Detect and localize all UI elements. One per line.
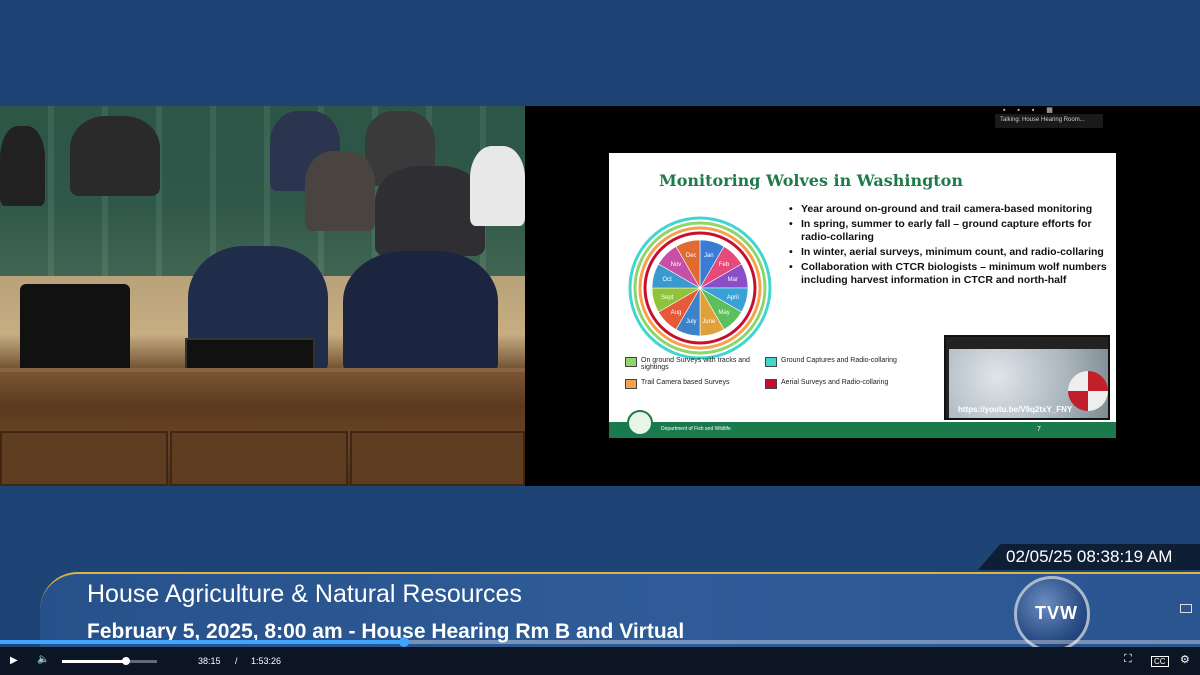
legend-swatch bbox=[625, 357, 637, 367]
shared-screen: ▪ ▪ ▪ ▦ Talking: House Hearing Room... M… bbox=[525, 106, 1200, 486]
chair bbox=[20, 284, 130, 374]
legend-swatch bbox=[625, 379, 637, 389]
bullet-item: Year around on-ground and trail camera-b… bbox=[789, 203, 1109, 216]
legend-swatch bbox=[765, 379, 777, 389]
bullet-item: In winter, aerial surveys, minimum count… bbox=[789, 246, 1109, 259]
month-label: Jan bbox=[704, 253, 714, 259]
month-wheel: Jan Feb Mar April MayJune July Aug Sept Oct Nov De… bbox=[628, 216, 772, 360]
month-label: Sept bbox=[661, 295, 674, 301]
hearing-room-feed bbox=[0, 106, 525, 486]
screen-share-toolbar[interactable]: ▪ ▪ ▪ ▦ bbox=[1003, 106, 1058, 114]
month-label: April bbox=[727, 295, 739, 301]
month-label: May bbox=[718, 310, 729, 316]
audience-member bbox=[0, 126, 45, 206]
audience-member bbox=[375, 166, 485, 256]
committee-title: House Agriculture & Natural Resources bbox=[87, 580, 522, 608]
legend-label: Trail Camera based Surveys bbox=[641, 379, 730, 386]
settings-icon[interactable]: ⚙ bbox=[1180, 653, 1190, 666]
legend-item: Aerial Surveys and Radio-collaring bbox=[765, 379, 905, 389]
seek-bar[interactable] bbox=[0, 637, 1200, 647]
tvw-logo-text: TVW bbox=[1035, 603, 1078, 623]
slide-page-number: 7 bbox=[1037, 426, 1041, 433]
legend-label: Ground Captures and Radio-collaring bbox=[781, 357, 897, 364]
slide-title: Monitoring Wolves in Washington bbox=[659, 171, 963, 190]
month-label: Dec bbox=[686, 253, 697, 259]
month-label: July bbox=[686, 319, 697, 325]
audience-member bbox=[305, 151, 375, 231]
desk-monitor bbox=[185, 338, 315, 372]
duration: 1:53:26 bbox=[251, 656, 282, 666]
player-controls: ▶ 🔈 38:15 / 1:53:26 ⛶ CC ⚙ bbox=[0, 647, 1200, 675]
volume-handle[interactable] bbox=[121, 657, 130, 665]
legend-label: Aerial Surveys and Radio-collaring bbox=[781, 379, 889, 386]
seek-bar-fill bbox=[0, 640, 405, 644]
video-link[interactable]: https://youtu.be/V9q2txY_FNY bbox=[958, 405, 1072, 414]
volume-slider[interactable] bbox=[62, 657, 157, 665]
slide-bullets: Year around on-ground and trail camera-b… bbox=[789, 203, 1109, 289]
time-separator: / bbox=[235, 656, 238, 666]
volume-icon[interactable]: 🔈 bbox=[37, 654, 49, 665]
month-label: Oct bbox=[662, 277, 672, 283]
desk-panel bbox=[350, 431, 525, 486]
bullet-item: Collaboration with CTCR biologists – min… bbox=[789, 261, 1109, 287]
lower-third-banner: House Agriculture & Natural Resources Fe… bbox=[40, 572, 1200, 652]
footer-org: Department of Fish and Wildlife bbox=[661, 426, 731, 432]
captions-icon[interactable]: CC bbox=[1151, 656, 1169, 667]
legend-swatch bbox=[765, 357, 777, 367]
legend-item: On ground Surveys with tracks and sighti… bbox=[625, 357, 765, 371]
wdfw-logo-icon bbox=[627, 410, 653, 436]
audience-member bbox=[470, 146, 525, 226]
timestamp: 02/05/25 08:38:19 AM bbox=[978, 544, 1200, 570]
month-label: Nov bbox=[671, 262, 682, 268]
current-time: 38:15 bbox=[198, 656, 221, 666]
video-thumbnail[interactable]: https://youtu.be/V9q2txY_FNY bbox=[944, 335, 1110, 420]
desk-panel bbox=[170, 431, 348, 486]
bullet-item: In spring, summer to early fall – ground… bbox=[789, 218, 1109, 244]
legend-item: Trail Camera based Surveys bbox=[625, 379, 765, 389]
talking-indicator: Talking: House Hearing Room... bbox=[995, 114, 1103, 128]
month-label: Feb bbox=[719, 262, 730, 268]
audience-member bbox=[70, 116, 160, 196]
volume-fill bbox=[62, 660, 126, 663]
month-label: June bbox=[702, 319, 716, 325]
desk-panel bbox=[0, 431, 168, 486]
picture-in-picture-icon[interactable] bbox=[1180, 604, 1192, 613]
legend-label: On ground Surveys with tracks and sighti… bbox=[641, 357, 750, 371]
slide-footer: Department of Fish and Wildlife 7 bbox=[609, 410, 1116, 438]
month-label: Aug bbox=[671, 310, 682, 316]
play-icon[interactable]: ▶ bbox=[10, 655, 18, 666]
aircraft-image bbox=[1068, 371, 1108, 411]
legend-item: Ground Captures and Radio-collaring bbox=[765, 357, 905, 367]
presentation-slide: Monitoring Wolves in Washington Jan Feb Ma… bbox=[609, 153, 1116, 438]
month-label: Mar bbox=[728, 277, 738, 283]
testifier-right bbox=[343, 251, 498, 376]
fullscreen-icon[interactable]: ⛶ bbox=[1124, 653, 1132, 666]
video-area[interactable]: ▪ ▪ ▪ ▦ Talking: House Hearing Room... M… bbox=[0, 106, 1200, 486]
